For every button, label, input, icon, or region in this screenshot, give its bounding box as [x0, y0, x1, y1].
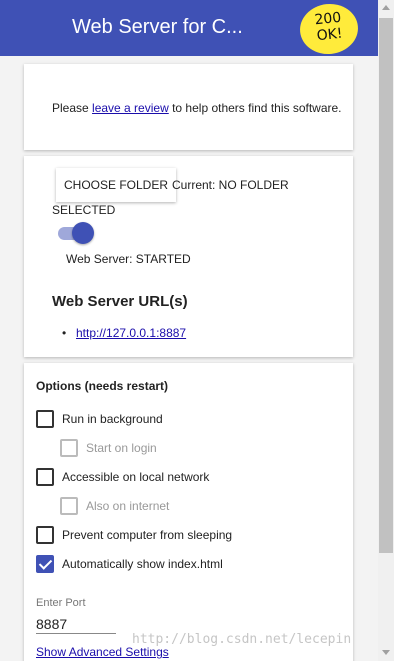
checkbox-checked[interactable] — [36, 555, 54, 573]
200-ok-logo: 200 OK! — [297, 1, 361, 57]
server-toggle[interactable] — [58, 222, 94, 244]
scrollbar-thumb[interactable] — [379, 18, 393, 553]
option-label: Also on internet — [86, 499, 170, 513]
current-folder-label: Current: NO FOLDER — [172, 178, 289, 192]
checkbox[interactable] — [36, 468, 54, 486]
port-input[interactable] — [36, 614, 116, 634]
option-label: Accessible on local network — [62, 470, 210, 484]
option-label: Prevent computer from sleeping — [62, 528, 233, 542]
option-label: Automatically show index.html — [62, 557, 223, 571]
checkbox[interactable] — [60, 497, 78, 515]
review-card: Please leave a review to help others fin… — [24, 64, 353, 150]
review-message: Please leave a review to help others fin… — [52, 101, 342, 115]
server-card: CHOOSE FOLDER Current: NO FOLDER SELECTE… — [24, 156, 353, 357]
scroll-up-arrow-icon[interactable] — [382, 5, 390, 10]
leave-review-link[interactable]: leave a review — [92, 101, 169, 115]
toggle-thumb[interactable] — [72, 222, 94, 244]
checkbox[interactable] — [36, 526, 54, 544]
show-advanced-settings-link[interactable]: Show Advanced Settings — [36, 645, 169, 659]
app-header: Web Server for C... 200 OK! — [0, 0, 378, 57]
checkbox[interactable] — [36, 410, 54, 428]
server-status: Web Server: STARTED — [66, 252, 191, 266]
main-content: Please leave a review to help others fin… — [0, 56, 378, 661]
scrollbar[interactable] — [378, 0, 394, 661]
app-title: Web Server for C... — [72, 16, 243, 38]
option-label: Start on login — [86, 441, 157, 455]
port-label: Enter Port — [36, 597, 86, 609]
option-label: Run in background — [62, 412, 163, 426]
server-url-link[interactable]: http://127.0.0.1:8887 — [76, 326, 186, 340]
options-card: Options (needs restart) Run in backgroun… — [24, 363, 353, 661]
choose-folder-button[interactable]: CHOOSE FOLDER — [56, 168, 177, 202]
server-url-heading: Web Server URL(s) — [52, 293, 188, 310]
scroll-down-arrow-icon[interactable] — [382, 650, 390, 655]
checkbox[interactable] — [60, 439, 78, 457]
options-heading: Options (needs restart) — [36, 379, 169, 393]
url-list: • http://127.0.0.1:8887 — [62, 326, 186, 340]
bullet-icon: • — [62, 326, 67, 340]
current-folder-label-cont: SELECTED — [52, 203, 116, 217]
